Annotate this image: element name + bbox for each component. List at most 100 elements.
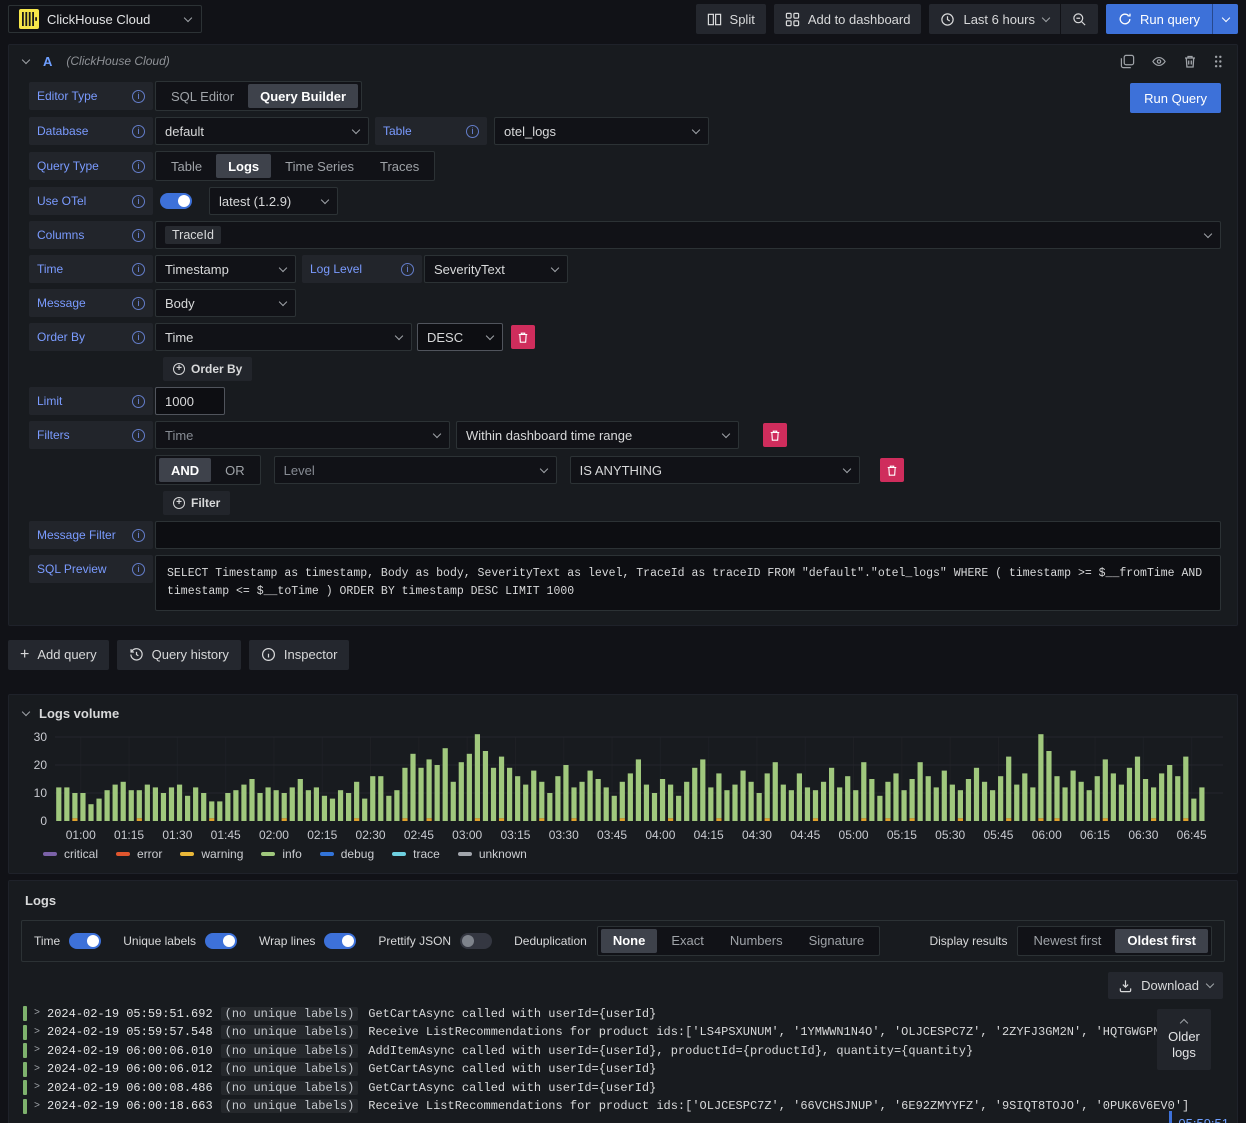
filter-condition-operator-select[interactable]: IS ANYTHING bbox=[569, 456, 860, 484]
option-table[interactable]: Table bbox=[159, 154, 214, 178]
legend-item-trace[interactable]: trace bbox=[392, 847, 440, 861]
log-row[interactable]: >2024-02-19 06:00:18.663 (no unique label… bbox=[23, 1097, 1223, 1116]
column-chip[interactable]: TraceId bbox=[165, 226, 221, 244]
expand-log-icon[interactable]: > bbox=[34, 1027, 40, 1038]
info-icon[interactable] bbox=[132, 89, 145, 103]
chevron-down-icon bbox=[278, 297, 288, 306]
legend-item-critical[interactable]: critical bbox=[43, 847, 98, 861]
info-icon[interactable] bbox=[132, 228, 145, 242]
legend-item-warning[interactable]: warning bbox=[180, 847, 243, 861]
option-or[interactable]: OR bbox=[213, 458, 257, 482]
log-row[interactable]: >2024-02-19 06:00:06.012 (no unique label… bbox=[23, 1060, 1223, 1079]
expand-log-icon[interactable]: > bbox=[34, 1008, 40, 1019]
expand-log-icon[interactable]: > bbox=[34, 1082, 40, 1093]
svg-text:01:00: 01:00 bbox=[66, 828, 96, 842]
legend-label: warning bbox=[201, 846, 244, 861]
order-by-field-select[interactable]: Time bbox=[155, 323, 412, 351]
filter-field-select[interactable]: Time bbox=[155, 421, 450, 449]
hide-response-icon[interactable] bbox=[1151, 54, 1167, 69]
option-traces[interactable]: Traces bbox=[368, 154, 431, 178]
add-to-dashboard-button[interactable]: Add to dashboard bbox=[773, 4, 922, 34]
legend-item-error[interactable]: error bbox=[116, 847, 162, 861]
log-unique-labels: (no unique labels) bbox=[220, 1043, 359, 1058]
info-icon[interactable] bbox=[132, 330, 145, 344]
info-icon[interactable] bbox=[132, 562, 145, 576]
collapse-query-icon[interactable] bbox=[21, 55, 31, 64]
option-and[interactable]: AND bbox=[159, 458, 212, 482]
toggle-control: Unique labels bbox=[123, 932, 237, 949]
filter-operator-select[interactable]: Within dashboard time range bbox=[456, 421, 739, 449]
duplicate-query-icon[interactable] bbox=[1120, 54, 1135, 69]
expand-log-icon[interactable]: > bbox=[34, 1064, 40, 1075]
expand-log-icon[interactable]: > bbox=[34, 1101, 40, 1112]
inspector-button[interactable]: Inspector bbox=[248, 639, 350, 670]
option-numbers[interactable]: Numbers bbox=[718, 929, 795, 953]
option-none[interactable]: None bbox=[600, 928, 658, 953]
option-query-builder[interactable]: Query Builder bbox=[248, 84, 359, 108]
database-select[interactable]: default bbox=[155, 117, 369, 145]
otel-version-select[interactable]: latest (1.2.9) bbox=[209, 187, 338, 215]
time-column-select[interactable]: Timestamp bbox=[155, 255, 296, 283]
log-level-column-select[interactable]: SeverityText bbox=[424, 255, 568, 283]
info-icon[interactable] bbox=[401, 262, 414, 276]
collapse-logs-volume-icon[interactable] bbox=[21, 707, 31, 716]
option-sql-editor[interactable]: SQL Editor bbox=[159, 84, 246, 108]
info-icon[interactable] bbox=[132, 124, 145, 138]
legend-item-info[interactable]: info bbox=[261, 847, 302, 861]
table-select[interactable]: otel_logs bbox=[494, 117, 709, 145]
remove-order-by-button[interactable] bbox=[511, 325, 535, 349]
legend-item-unknown[interactable]: unknown bbox=[457, 847, 527, 861]
datasource-picker[interactable]: ClickHouse Cloud bbox=[8, 5, 202, 33]
info-icon[interactable] bbox=[132, 194, 145, 208]
log-row[interactable]: >2024-02-19 05:59:57.548 (no unique label… bbox=[23, 1023, 1223, 1042]
legend-item-debug[interactable]: debug bbox=[319, 847, 374, 861]
run-query-button[interactable]: Run query bbox=[1106, 4, 1212, 34]
run-query-editor-button[interactable]: Run Query bbox=[1130, 83, 1221, 113]
time-range-picker[interactable]: Last 6 hours bbox=[929, 4, 1061, 34]
log-level-bar bbox=[23, 1006, 27, 1022]
info-icon[interactable] bbox=[132, 528, 145, 542]
limit-input[interactable]: 1000 bbox=[155, 387, 225, 415]
toggle-unique-labels[interactable] bbox=[204, 932, 237, 949]
info-icon[interactable] bbox=[132, 428, 145, 442]
info-icon[interactable] bbox=[466, 124, 479, 138]
toggle-prettify-json[interactable] bbox=[460, 932, 493, 949]
option-signature[interactable]: Signature bbox=[797, 929, 877, 953]
add-order-by-button[interactable]: Order By bbox=[163, 357, 253, 381]
columns-multiselect[interactable]: TraceId bbox=[155, 221, 1221, 249]
toggle-time[interactable] bbox=[69, 932, 102, 949]
add-query-button[interactable]: + Add query bbox=[8, 639, 109, 670]
query-history-button[interactable]: Query history bbox=[116, 639, 241, 670]
log-row[interactable]: >2024-02-19 06:00:08.486 (no unique label… bbox=[23, 1079, 1223, 1098]
message-column-select[interactable]: Body bbox=[155, 289, 296, 317]
chevron-down-icon bbox=[278, 263, 288, 272]
older-logs-button[interactable]: Older logs bbox=[1157, 1008, 1211, 1071]
option-exact[interactable]: Exact bbox=[659, 929, 716, 953]
remove-query-icon[interactable] bbox=[1183, 54, 1197, 69]
option-newest-first[interactable]: Newest first bbox=[1021, 929, 1113, 953]
order-direction-select[interactable]: DESC bbox=[417, 323, 503, 351]
option-logs[interactable]: Logs bbox=[216, 154, 272, 178]
option-oldest-first[interactable]: Oldest first bbox=[1115, 928, 1208, 953]
info-icon[interactable] bbox=[132, 296, 145, 310]
toggle-wrap-lines[interactable] bbox=[324, 932, 357, 949]
remove-filter-button[interactable] bbox=[763, 423, 787, 447]
add-filter-button[interactable]: Filter bbox=[163, 491, 231, 515]
info-icon[interactable] bbox=[132, 159, 145, 173]
info-icon[interactable] bbox=[132, 394, 145, 408]
log-row[interactable]: >2024-02-19 06:00:06.010 (no unique label… bbox=[23, 1042, 1223, 1061]
log-row[interactable]: >2024-02-19 05:59:51.692 (no unique label… bbox=[23, 1005, 1223, 1024]
option-time-series[interactable]: Time Series bbox=[273, 154, 366, 178]
use-otel-toggle[interactable] bbox=[160, 193, 192, 209]
download-button[interactable]: Download bbox=[1108, 971, 1223, 999]
remove-filter-condition-button[interactable] bbox=[879, 458, 904, 482]
logs-volume-chart[interactable]: 01:00 01:15 01:30 01:45 02:00 02:15 02:30 02:45… bbox=[19, 731, 1229, 845]
zoom-out-button[interactable] bbox=[1060, 4, 1099, 34]
expand-log-icon[interactable]: > bbox=[34, 1045, 40, 1056]
filter-condition-field-select[interactable]: Level bbox=[273, 456, 557, 484]
split-button[interactable]: Split bbox=[695, 4, 766, 34]
info-icon[interactable] bbox=[132, 262, 145, 276]
svg-text:05:45: 05:45 bbox=[983, 828, 1013, 842]
run-query-dropdown-button[interactable] bbox=[1212, 4, 1238, 34]
drag-handle-icon[interactable] bbox=[1213, 54, 1223, 69]
